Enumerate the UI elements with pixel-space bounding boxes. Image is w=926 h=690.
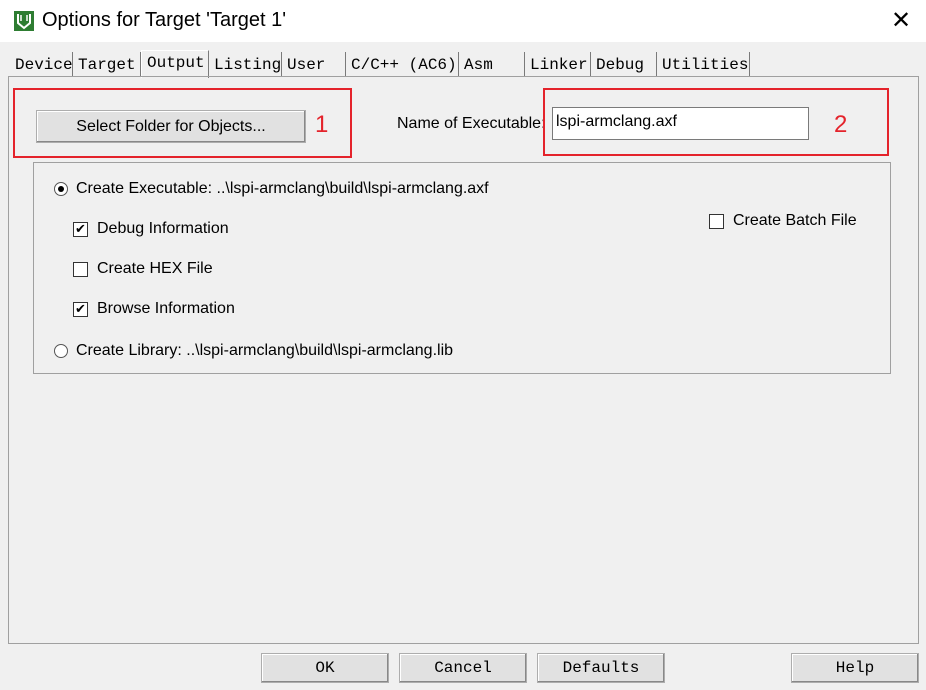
select-folder-button[interactable]: Select Folder for Objects... [36, 110, 306, 143]
debug-information-label: Debug Information [97, 220, 229, 237]
tab-user[interactable]: User [282, 52, 346, 76]
create-hex-file-checkbox[interactable] [73, 262, 88, 277]
annotation-number-2: 2 [834, 111, 848, 138]
tab-output[interactable]: Output [141, 50, 209, 78]
ok-button[interactable]: OK [261, 653, 389, 683]
create-hex-file-label: Create HEX File [97, 260, 213, 277]
tab-linker[interactable]: Linker [525, 52, 591, 76]
create-library-radio[interactable] [54, 344, 68, 358]
help-button[interactable]: Help [791, 653, 919, 683]
close-icon[interactable]: ✕ [884, 6, 918, 36]
tab-cpp-ac6[interactable]: C/C++ (AC6) [346, 52, 459, 76]
browse-information-label: Browse Information [97, 300, 235, 317]
window-title: Options for Target 'Target 1' [42, 9, 287, 31]
executable-name-input[interactable]: lspi-armclang.axf [552, 107, 809, 140]
create-batch-file-checkbox[interactable] [709, 214, 724, 229]
debug-information-checkbox[interactable]: ✔ [73, 222, 88, 237]
tab-asm[interactable]: Asm [459, 52, 525, 76]
create-executable-label: Create Executable: ..\lspi-armclang\buil… [76, 180, 489, 197]
create-batch-file-label: Create Batch File [733, 212, 857, 229]
create-executable-radio[interactable] [54, 182, 68, 196]
tab-debug[interactable]: Debug [591, 52, 657, 76]
defaults-button[interactable]: Defaults [537, 653, 665, 683]
tab-utilities[interactable]: Utilities [657, 52, 750, 76]
keil-uvision-icon [14, 11, 34, 31]
cancel-button[interactable]: Cancel [399, 653, 527, 683]
title-bar: Options for Target 'Target 1' ✕ [0, 0, 926, 42]
tab-target[interactable]: Target [73, 52, 141, 76]
create-library-label: Create Library: ..\lspi-armclang\build\l… [76, 342, 454, 359]
annotation-number-1: 1 [315, 111, 329, 138]
name-of-executable-label: Name of Executable: [397, 115, 546, 132]
tab-listing[interactable]: Listing [209, 52, 282, 76]
tab-device[interactable]: Device [10, 52, 73, 76]
browse-information-checkbox[interactable]: ✔ [73, 302, 88, 317]
